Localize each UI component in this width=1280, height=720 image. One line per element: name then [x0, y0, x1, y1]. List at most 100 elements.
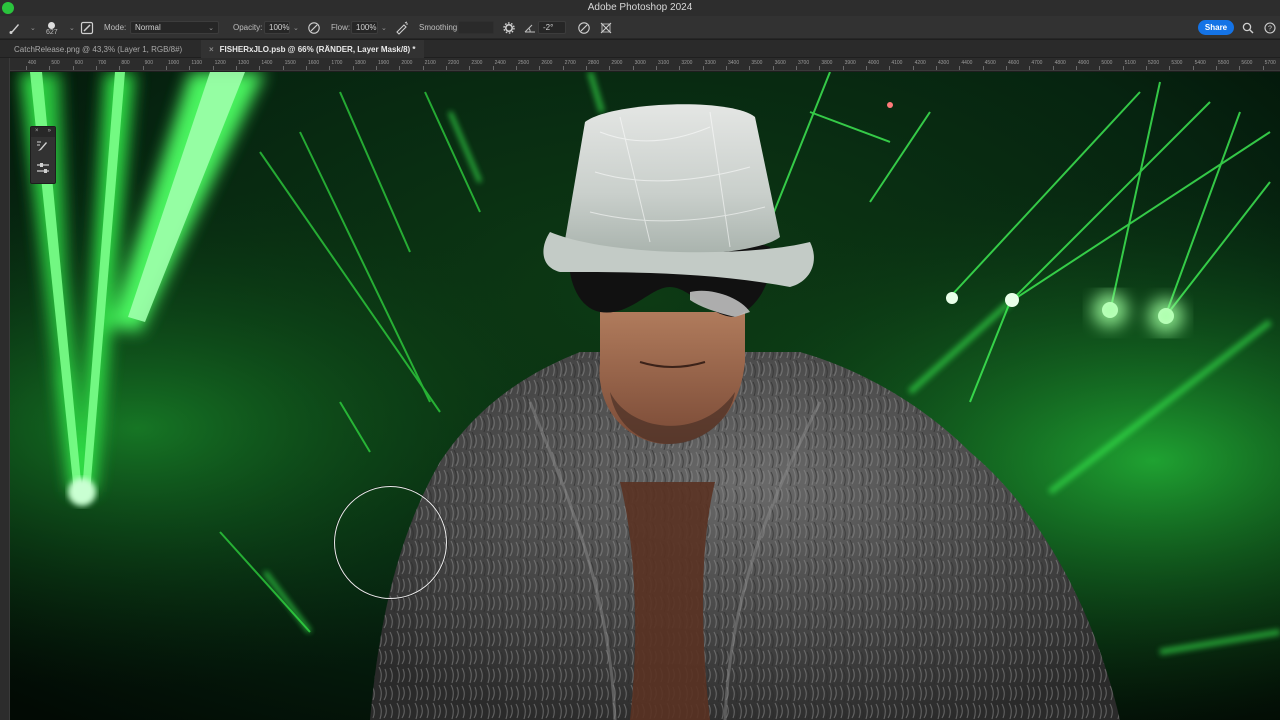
panel-collapse-icon[interactable]: » [48, 128, 51, 136]
ruler-tick [1099, 66, 1101, 70]
symmetry-icon[interactable] [599, 16, 613, 39]
brush-angle-input[interactable]: -2° [538, 21, 566, 34]
ruler-tick [189, 66, 191, 70]
ruler-label: 1300 [238, 60, 250, 66]
ruler-tick [516, 66, 517, 70]
brush-tool-button[interactable] [31, 137, 55, 159]
ruler-label: 1800 [354, 60, 366, 66]
share-button[interactable]: Share [1198, 20, 1234, 35]
ruler-tick [352, 66, 354, 70]
ruler-tick [1006, 66, 1007, 70]
help-icon[interactable]: ? [1264, 16, 1276, 39]
mode-chevron-icon: ⌄ [208, 24, 214, 32]
ruler-label: 3300 [704, 60, 716, 66]
brush-settings-button[interactable] [31, 159, 55, 181]
flow-input[interactable]: 100% [351, 21, 378, 34]
ruler-label: 1100 [191, 60, 203, 66]
ruler-label: 3700 [798, 60, 810, 66]
ruler-tick [142, 66, 144, 70]
ruler-label: 1700 [331, 60, 343, 66]
brush-tool-icon[interactable] [8, 16, 22, 39]
ruler-tick [259, 66, 261, 70]
brush-angle-icon [524, 16, 536, 39]
pressure-size-icon[interactable] [577, 16, 591, 39]
ruler-tick [166, 66, 167, 70]
ruler-label: 3600 [774, 60, 786, 66]
tool-preset-chevron-icon[interactable]: ⌄ [30, 16, 36, 39]
close-icon[interactable]: × [209, 45, 214, 54]
ruler-tick [796, 66, 797, 70]
opacity-value: 100% [269, 23, 290, 32]
panel-close-icon[interactable]: × [35, 128, 39, 136]
ruler-tick [1146, 66, 1147, 70]
pressure-opacity-icon[interactable] [307, 16, 321, 39]
ruler-tick [936, 66, 937, 70]
ruler-tick [772, 66, 774, 70]
smoothing-label: Smoothing: [419, 23, 460, 32]
smoothing-gear-icon[interactable] [503, 16, 515, 39]
ruler-label: 1500 [284, 60, 296, 66]
ruler-label: 3100 [658, 60, 670, 66]
brush-preset-chevron-icon[interactable]: ⌄ [69, 16, 75, 39]
brush-cursor [334, 486, 447, 599]
ruler-label: 2600 [541, 60, 553, 66]
ruler-label: 2000 [401, 60, 413, 66]
ruler-tick [96, 66, 97, 70]
app-title: Adobe Photoshop 2024 [587, 2, 693, 13]
ruler-label: 4500 [984, 60, 996, 66]
tab-catchrelease[interactable]: CatchRelease.png @ 43,3% (Layer 1, RGB/8… [6, 40, 190, 58]
smoothing-input[interactable] [458, 21, 494, 34]
ruler-label: 1600 [308, 60, 320, 66]
brush-tip-icon [48, 21, 56, 29]
mode-label: Mode: [104, 23, 127, 32]
ruler-label: 2100 [424, 60, 436, 66]
panel-header: × » [31, 127, 55, 137]
tab-label: CatchRelease.png @ 43,3% (Layer 1, RGB/8… [14, 44, 183, 54]
ruler-tick [1052, 66, 1054, 70]
mode-select[interactable]: Normal ⌄ [130, 21, 219, 34]
document-canvas[interactable] [10, 72, 1280, 720]
ruler-tick [679, 66, 681, 70]
ruler-label: 5000 [1101, 60, 1113, 66]
ruler-label: 3500 [751, 60, 763, 66]
ruler-tick [399, 66, 401, 70]
ruler-tick [469, 66, 471, 70]
ruler-tick [282, 66, 284, 70]
ruler-tick [609, 66, 611, 70]
ruler-tick [632, 66, 634, 70]
opacity-input[interactable]: 100% [264, 21, 290, 34]
ruler-tick [446, 66, 447, 70]
brush-size-value: 627 [46, 28, 58, 36]
ruler-tick [819, 66, 821, 70]
floating-tool-panel: × » [30, 126, 56, 184]
flow-chevron-icon[interactable]: ⌄ [381, 16, 387, 39]
ruler-tick [26, 66, 27, 70]
ruler-label: 5300 [1171, 60, 1183, 66]
brush-icon [36, 139, 50, 158]
sliders-icon [36, 161, 50, 180]
ruler-tick [562, 66, 564, 70]
brush-preset-picker[interactable]: 627 [46, 16, 58, 39]
brush-settings-icon[interactable] [80, 16, 94, 39]
ruler-label: 5700 [1264, 60, 1276, 66]
ruler-label: 1000 [168, 60, 180, 66]
horizontal-ruler: 400 500 600 700 800 900 1000 1100 1200 1300 1400 15… [10, 58, 1280, 71]
canvas-image [10, 72, 1280, 720]
document-tabs: CatchRelease.png @ 43,3% (Layer 1, RGB/8… [0, 40, 1280, 58]
ruler-label: 4700 [1031, 60, 1043, 66]
ruler-label: 2800 [588, 60, 600, 66]
ruler-tick [329, 66, 331, 70]
ruler-label: 2900 [611, 60, 623, 66]
mode-value: Normal [135, 23, 161, 32]
ruler-label: 2500 [518, 60, 530, 66]
opacity-label: Opacity: [233, 23, 263, 32]
search-icon[interactable] [1242, 16, 1254, 39]
opacity-chevron-icon[interactable]: ⌄ [293, 16, 299, 39]
ruler-label: 500 [51, 60, 60, 66]
ruler-label: 1400 [261, 60, 273, 66]
airbrush-icon[interactable] [395, 16, 409, 39]
ruler-tick [749, 66, 751, 70]
tab-fisherxjlo[interactable]: × FISHERxJLO.psb @ 66% (RÄNDER, Layer Ma… [201, 40, 424, 58]
ruler-label: 4100 [891, 60, 903, 66]
ruler-tick [656, 66, 657, 70]
